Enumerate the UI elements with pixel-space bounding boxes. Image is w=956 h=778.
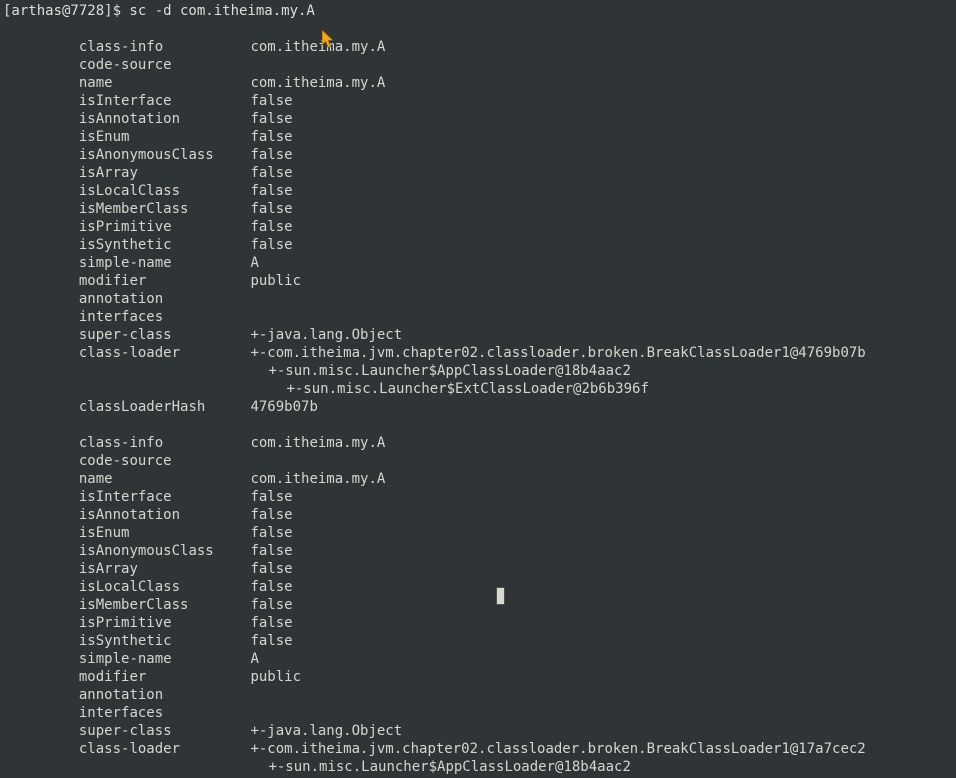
field-value: false	[250, 237, 293, 253]
field-key: isLocalClass	[70, 579, 181, 595]
field-value: false	[250, 615, 293, 631]
field-key: isSynthetic	[70, 633, 172, 649]
field-value: A	[250, 651, 259, 667]
field-key: isMemberClass	[70, 201, 189, 217]
field-key: class-loader	[70, 741, 181, 757]
field-key: simple-name	[70, 651, 172, 667]
field-value: false	[250, 489, 293, 505]
field-key: name	[70, 75, 113, 91]
field-value: false	[250, 579, 293, 595]
text-cursor-block	[496, 587, 505, 605]
field-value: false	[250, 201, 293, 217]
field-key: isPrimitive	[70, 219, 172, 235]
field-value: false	[250, 183, 293, 199]
table-row: class-info com.itheima.my.A	[3, 416, 956, 451]
table-row: class-info com.itheima.my.A	[3, 20, 956, 55]
field-key: isMemberClass	[70, 597, 189, 613]
field-value: false	[250, 597, 293, 613]
field-value: +-java.lang.Object	[250, 723, 403, 739]
field-key: class-info	[70, 39, 164, 55]
field-key: isArray	[70, 561, 138, 577]
field-value: com.itheima.my.A	[250, 75, 386, 91]
tree-node-label: +-sun.misc.Launcher$AppClassLoader@18b4a…	[268, 363, 631, 379]
field-key: isAnnotation	[70, 111, 181, 127]
field-key: class-info	[70, 435, 164, 451]
prompt-command-line: [arthas@7728]$ sc -d com.itheima.my.A	[3, 3, 315, 19]
field-key: annotation	[70, 291, 164, 307]
field-key: isInterface	[70, 93, 172, 109]
field-key: simple-name	[70, 255, 172, 271]
field-key: isAnnotation	[70, 507, 181, 523]
field-key: interfaces	[70, 705, 164, 721]
field-value: A	[250, 255, 259, 271]
field-key-spacer	[70, 380, 250, 398]
class-result-block-1: class-info com.itheima.my.A code-source n…	[3, 20, 956, 415]
field-value: false	[250, 507, 293, 523]
field-value: +-java.lang.Object	[250, 327, 403, 343]
field-value: false	[250, 147, 293, 163]
field-value: false	[250, 111, 293, 127]
field-key: interfaces	[70, 309, 164, 325]
field-key: super-class	[70, 327, 172, 343]
field-key: annotation	[70, 687, 164, 703]
field-value: false	[250, 129, 293, 145]
field-key: isEnum	[70, 129, 130, 145]
mouse-pointer-icon	[322, 30, 334, 49]
field-key: isPrimitive	[70, 615, 172, 631]
tree-node-label: +-sun.misc.Launcher$AppClassLoader@18b4a…	[268, 759, 631, 775]
field-key: modifier	[70, 669, 147, 685]
field-key: classLoaderHash	[70, 399, 206, 415]
field-key: isLocalClass	[70, 183, 181, 199]
field-key-spacer	[70, 362, 250, 380]
field-key: isArray	[70, 165, 138, 181]
field-key: isAnonymousClass	[70, 543, 214, 559]
field-key: class-loader	[70, 345, 181, 361]
field-value: false	[250, 543, 293, 559]
field-value: com.itheima.my.A	[250, 471, 386, 487]
field-value: com.itheima.my.A	[250, 435, 386, 451]
field-value: 4769b07b	[250, 399, 318, 415]
field-value: public	[250, 273, 302, 289]
class-result-block-2: class-info com.itheima.my.A code-source n…	[3, 416, 956, 778]
field-key: modifier	[70, 273, 147, 289]
field-key: code-source	[70, 57, 172, 73]
field-value: false	[250, 525, 293, 541]
field-value: false	[250, 165, 293, 181]
field-key: super-class	[70, 723, 172, 739]
field-value: false	[250, 561, 293, 577]
field-value: +-com.itheima.jvm.chapter02.classloader.…	[250, 741, 866, 757]
field-value: public	[250, 669, 302, 685]
field-value: false	[250, 219, 293, 235]
field-key: isSynthetic	[70, 237, 172, 253]
field-value: false	[250, 93, 293, 109]
terminal-window[interactable]: [arthas@7728]$ sc -d com.itheima.my.A cl…	[0, 0, 956, 778]
field-value: false	[250, 633, 293, 649]
field-key: isEnum	[70, 525, 130, 541]
field-key: isInterface	[70, 489, 172, 505]
field-value: +-com.itheima.jvm.chapter02.classloader.…	[250, 345, 866, 361]
field-key: isAnonymousClass	[70, 147, 214, 163]
field-key: name	[70, 471, 113, 487]
terminal-screen[interactable]: [arthas@7728]$ sc -d com.itheima.my.A cl…	[0, 0, 956, 778]
field-key-spacer	[70, 758, 250, 776]
tree-node-label: +-sun.misc.Launcher$ExtClassLoader@2b6b3…	[286, 381, 649, 397]
field-key: code-source	[70, 453, 172, 469]
field-value: com.itheima.my.A	[250, 39, 386, 55]
